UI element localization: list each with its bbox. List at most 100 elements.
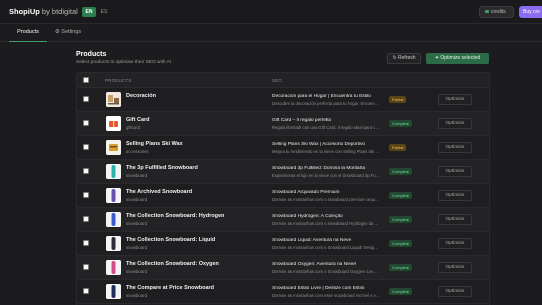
- optimise-button[interactable]: Optimise: [438, 214, 472, 225]
- product-thumbnail: [106, 188, 121, 203]
- product-name[interactable]: The Collection Snowboard: Liquid: [126, 237, 215, 243]
- top-bar: ShopiUp by btdigital EN ES credits Buy c…: [0, 0, 542, 24]
- optimise-button[interactable]: Optimise: [438, 118, 472, 129]
- product-category: giftcard: [126, 125, 141, 130]
- seo-title: Snowboard Oxygen: Aventura na Neve!: [272, 262, 357, 267]
- seo-title: Snowboard Liquid: Aventura na Neve: [272, 238, 352, 243]
- credits-icon: [485, 10, 489, 14]
- seo-description: Regala libertad! con una Gift Card. Il r…: [272, 125, 380, 130]
- row-checkbox[interactable]: [83, 216, 89, 222]
- select-all-checkbox[interactable]: [83, 77, 89, 83]
- page-subtitle: Select products to optimise their SEO wi…: [76, 60, 172, 65]
- seo-title: Decoración para el Hogar | Encuentra tu …: [272, 94, 371, 99]
- table-row[interactable]: Gift Card giftcard Gift Card – Il regalo p…: [77, 112, 489, 136]
- status-badge: Complete: [389, 240, 413, 247]
- seo-title: Snowboard Hydrogen: A Coleção: [272, 214, 343, 219]
- row-checkbox[interactable]: [83, 240, 89, 246]
- table-row[interactable]: The Collection Snowboard: Hydrogen snowbo…: [77, 208, 489, 232]
- table-row[interactable]: The 3p Fulfilled Snowboard snowboard Snowb…: [77, 160, 489, 184]
- row-checkbox[interactable]: [83, 168, 89, 174]
- row-checkbox[interactable]: [83, 120, 89, 126]
- table-row[interactable]: The Archived Snowboard snowboard Snowboard…: [77, 184, 489, 208]
- optimise-button[interactable]: Optimise: [438, 94, 472, 105]
- seo-title: Snowboard Arquivado Premium: [272, 190, 340, 195]
- column-header-seo: SEO: [272, 78, 282, 83]
- product-thumbnail: [106, 116, 121, 131]
- products-table: PRODUCTS SEO Decoración Decoración para e…: [76, 72, 490, 305]
- seo-title: Snowboard 3p Fulfilled: Domina la Montañ…: [272, 166, 366, 171]
- seo-description: Domine as montanhas com esse snowboard i…: [272, 293, 380, 298]
- table-row[interactable]: The Collection Snowboard: Oxygen snowboar…: [77, 256, 489, 280]
- product-category: accessories: [126, 149, 149, 154]
- optimize-selected-button[interactable]: ✦ Optimize selected: [426, 53, 489, 64]
- status-badge: Complete: [389, 192, 413, 199]
- seo-title: Selling Plans Ski Wax | Accesorio Deport…: [272, 142, 366, 147]
- language-en-button[interactable]: EN: [82, 7, 96, 17]
- status-badge: Complete: [389, 216, 413, 223]
- tab-products[interactable]: Products: [9, 24, 47, 42]
- refresh-button[interactable]: ↻ Refresh: [387, 53, 421, 64]
- row-checkbox[interactable]: [83, 264, 89, 270]
- table-row[interactable]: Decoración Decoración para el Hogar | Enc…: [77, 88, 489, 112]
- status-badge: Partial: [389, 144, 407, 151]
- product-thumbnail: [106, 140, 121, 155]
- seo-description: Descubre la decoración perfecta para tu …: [272, 101, 380, 106]
- credits-indicator[interactable]: credits: [479, 6, 514, 18]
- row-checkbox[interactable]: [83, 144, 89, 150]
- table-row[interactable]: The Compare at Price Snowboard snowboard S…: [77, 280, 489, 304]
- buy-credits-button[interactable]: Buy cre: [519, 6, 542, 18]
- product-category: snowboard: [126, 269, 148, 274]
- optimise-button[interactable]: Optimise: [438, 238, 472, 249]
- product-thumbnail: [106, 284, 121, 299]
- optimise-button[interactable]: Optimise: [438, 142, 472, 153]
- product-thumbnail: [106, 164, 121, 179]
- product-category: snowboard: [126, 173, 148, 178]
- product-name[interactable]: The Collection Snowboard: Hydrogen: [126, 213, 224, 219]
- app-brand: ShopiUp by btdigital: [9, 7, 78, 16]
- page-title: Products: [76, 51, 107, 58]
- product-thumbnail: [106, 92, 121, 107]
- row-checkbox[interactable]: [83, 96, 89, 102]
- product-thumbnail: [106, 236, 121, 251]
- table-row[interactable]: The Collection Snowboard: Liquid snowboar…: [77, 232, 489, 256]
- table-row[interactable]: Selling Plans Ski Wax accessories Selling …: [77, 136, 489, 160]
- product-category: snowboard: [126, 245, 148, 250]
- row-checkbox[interactable]: [83, 192, 89, 198]
- seo-description: Mejora tu rendimiento en la nieve con Se…: [272, 149, 380, 154]
- product-name[interactable]: Decoración: [126, 93, 156, 99]
- seo-description: Domine as montanhas com o snowboard Hydr…: [272, 221, 380, 226]
- optimise-button[interactable]: Optimise: [438, 262, 472, 273]
- optimise-button[interactable]: Optimise: [438, 166, 472, 177]
- app-by: by btdigital: [41, 7, 78, 16]
- tab-bar: Products ⚙ Settings: [0, 24, 542, 42]
- credits-label: credits: [491, 9, 506, 15]
- seo-description: Domine as montanhas com o snowboard prem…: [272, 197, 380, 202]
- product-name[interactable]: The 3p Fulfilled Snowboard: [126, 165, 198, 171]
- table-header: PRODUCTS SEO: [77, 73, 489, 88]
- product-name[interactable]: Gift Card: [126, 117, 150, 123]
- product-thumbnail: [106, 260, 121, 275]
- product-name[interactable]: Selling Plans Ski Wax: [126, 141, 183, 147]
- status-badge: Partial: [389, 96, 407, 103]
- product-category: snowboard: [126, 197, 148, 202]
- status-badge: Complete: [389, 168, 413, 175]
- seo-title: Gift Card – Il regalo perfetto: [272, 118, 332, 123]
- product-category: snowboard: [126, 293, 148, 298]
- seo-description: Experimenta el lujo en la nieve con el S…: [272, 173, 380, 178]
- tab-settings[interactable]: ⚙ Settings: [52, 24, 84, 42]
- seo-title: Snowboard Estilo Livre | Desfize com Est…: [272, 286, 365, 291]
- product-name[interactable]: The Compare at Price Snowboard: [126, 285, 214, 291]
- status-badge: Complete: [389, 120, 413, 127]
- column-header-products: PRODUCTS: [105, 78, 132, 83]
- row-checkbox[interactable]: [83, 288, 89, 294]
- product-name[interactable]: The Archived Snowboard: [126, 189, 192, 195]
- seo-description: Domine as montanhas com o Snowboard Liqu…: [272, 245, 380, 250]
- product-thumbnail: [106, 212, 121, 227]
- status-badge: Complete: [389, 288, 413, 295]
- app-name: ShopiUp: [9, 7, 40, 16]
- product-category: snowboard: [126, 221, 148, 226]
- language-es-button[interactable]: ES: [98, 7, 110, 17]
- optimise-button[interactable]: Optimise: [438, 190, 472, 201]
- optimise-button[interactable]: Optimise: [438, 286, 472, 297]
- product-name[interactable]: The Collection Snowboard: Oxygen: [126, 261, 219, 267]
